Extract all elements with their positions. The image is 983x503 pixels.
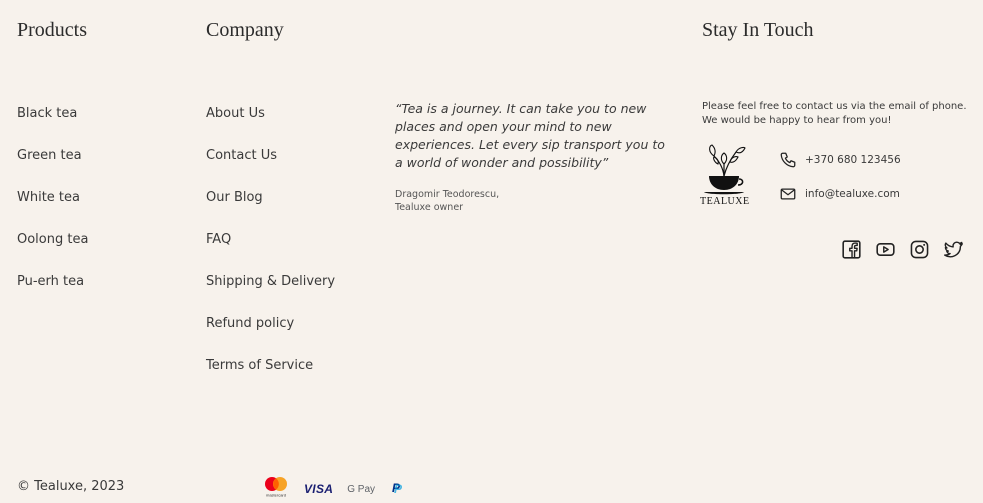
company-link-faq[interactable]: FAQ xyxy=(206,232,231,247)
mastercard-logo: mastercard xyxy=(262,476,290,502)
social-links xyxy=(841,239,964,260)
svg-text:P: P xyxy=(394,482,403,495)
svg-text:mastercard: mastercard xyxy=(266,493,286,498)
youtube-icon xyxy=(876,243,895,256)
company-link-our-blog[interactable]: Our Blog xyxy=(206,190,263,205)
contact-email-text: info@tealuxe.com xyxy=(805,188,900,200)
instagram-link[interactable] xyxy=(909,239,930,260)
twitter-link[interactable] xyxy=(943,239,964,260)
owner-quote: “Tea is a journey. It can take you to ne… xyxy=(395,101,665,170)
visa-logo: VISA xyxy=(304,482,334,496)
facebook-icon xyxy=(842,240,861,259)
product-link-green-tea[interactable]: Green tea xyxy=(17,148,82,163)
contact-intro-text: Please feel free to contact us via the e… xyxy=(702,101,967,126)
company-link-terms-of-service[interactable]: Terms of Service xyxy=(206,358,313,373)
tealuxe-logo[interactable]: TEALUXE xyxy=(700,142,750,210)
company-link-about-us[interactable]: About Us xyxy=(206,106,265,121)
youtube-link[interactable] xyxy=(875,239,896,260)
phone-icon xyxy=(780,152,796,168)
instagram-icon xyxy=(910,240,929,259)
facebook-link[interactable] xyxy=(841,239,862,260)
paypal-logo: P P xyxy=(389,479,403,499)
product-link-black-tea[interactable]: Black tea xyxy=(17,106,77,121)
product-link-pu-erh-tea[interactable]: Pu-erh tea xyxy=(17,274,84,289)
google-pay-logo: G Pay xyxy=(347,483,376,495)
mail-icon xyxy=(780,188,796,200)
stay-in-touch-heading: Stay In Touch xyxy=(702,19,814,41)
company-heading: Company xyxy=(206,19,284,41)
twitter-icon xyxy=(944,241,963,258)
company-link-contact-us[interactable]: Contact Us xyxy=(206,148,277,163)
company-link-refund-policy[interactable]: Refund policy xyxy=(206,316,294,331)
quote-author-role: Tealuxe owner xyxy=(395,202,464,213)
payment-methods: mastercard VISA G Pay P P xyxy=(262,476,403,502)
copyright-text: © Tealuxe, 2023 xyxy=(17,479,125,494)
quote-author: Dragomir Teodorescu, Tealuxe owner xyxy=(395,188,499,214)
quote-author-name: Dragomir Teodorescu, xyxy=(395,189,500,200)
product-link-oolong-tea[interactable]: Oolong tea xyxy=(17,232,88,247)
contact-email[interactable]: info@tealuxe.com xyxy=(779,184,900,204)
contact-phone[interactable]: +370 680 123456 xyxy=(779,150,901,170)
company-link-shipping-delivery[interactable]: Shipping & Delivery xyxy=(206,274,335,289)
product-link-white-tea[interactable]: White tea xyxy=(17,190,80,205)
teacup-plant-icon xyxy=(704,144,746,195)
products-heading: Products xyxy=(17,19,87,41)
tealuxe-logo-text: TEALUXE xyxy=(700,196,750,207)
contact-phone-text: +370 680 123456 xyxy=(805,154,901,166)
